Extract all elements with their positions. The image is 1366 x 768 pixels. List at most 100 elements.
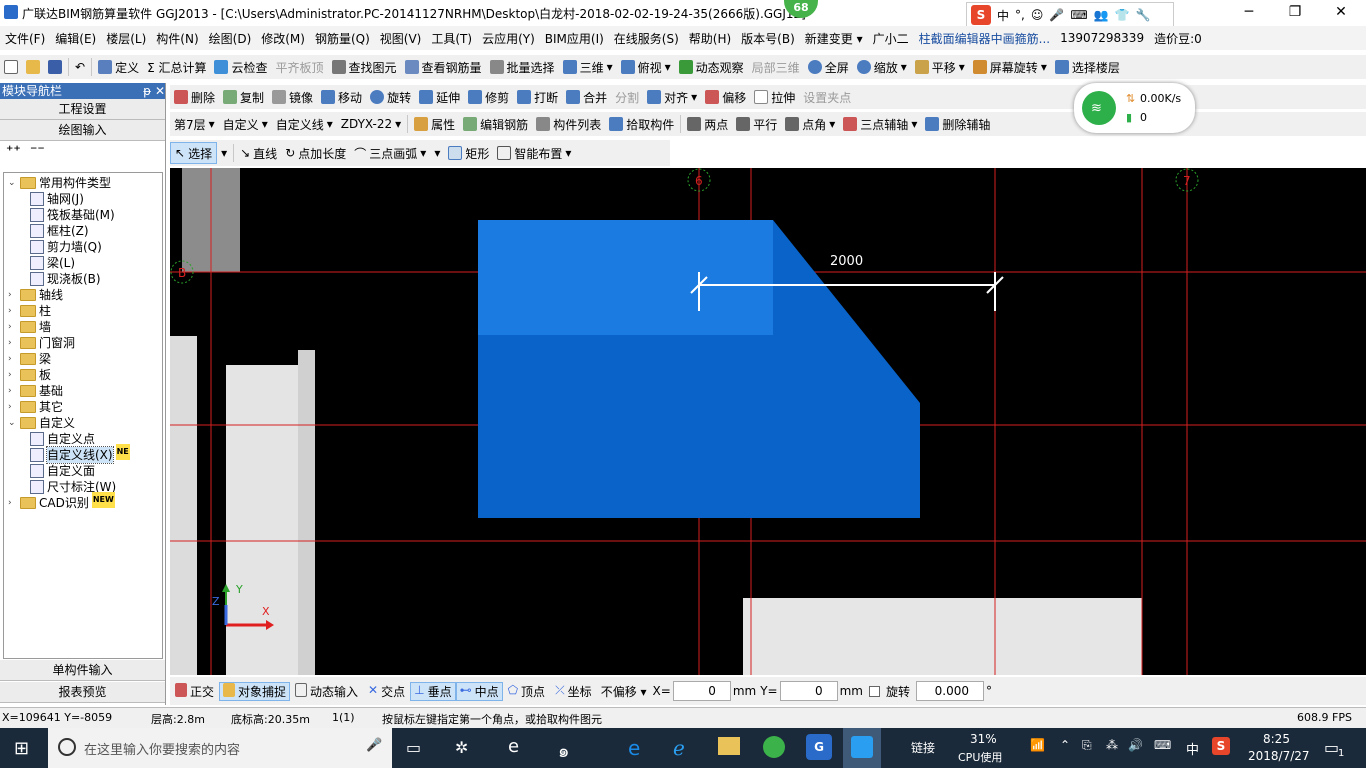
floor-select[interactable]: 第7层 ▾ <box>170 113 219 135</box>
stretch-button[interactable]: 拉伸 <box>750 86 799 108</box>
drawing-input-button[interactable]: 绘图输入 <box>0 120 165 141</box>
3d-button[interactable]: 三维 ▾ <box>559 56 617 78</box>
expand-all-icon[interactable]: ⁺⁺ <box>6 143 21 159</box>
select-tool-button[interactable]: ↖ 选择 <box>170 142 218 164</box>
perpendicular-snap-button[interactable]: ⊥ 垂点 <box>410 681 456 701</box>
menu-edit[interactable]: 编辑(E) <box>50 30 101 47</box>
drawing-canvas[interactable]: 6 7 B 2000 Y X Z <box>170 168 1366 675</box>
menu-account[interactable]: 13907298339 <box>1055 31 1149 45</box>
edit-rebar-button[interactable]: 编辑钢筋 <box>459 113 532 135</box>
tree-folder[interactable]: › 墙 <box>8 319 51 335</box>
edge-icon[interactable]: e <box>628 736 640 760</box>
type-select[interactable]: 自定义 ▾ <box>219 113 272 135</box>
arc-tool-button[interactable]: ⌒ 三点画弧 ▾ <box>350 142 430 164</box>
local-3d-button[interactable]: 局部三维 <box>748 56 804 78</box>
break-button[interactable]: 打断 <box>513 86 562 108</box>
tree-folder[interactable]: › 梁 <box>8 351 51 367</box>
menu-version[interactable]: 版本号(B) <box>736 30 800 47</box>
mic-icon[interactable]: 🎤 <box>366 738 382 753</box>
clock-date[interactable]: 2018/7/27 <box>1248 749 1310 763</box>
maximize-button[interactable]: ❐ <box>1272 0 1318 26</box>
top-view-button[interactable]: 俯视 ▾ <box>617 56 675 78</box>
tree-folder[interactable]: › 柱 <box>8 303 51 319</box>
merge-button[interactable]: 合并 <box>562 86 611 108</box>
tree-item[interactable]: 框柱(Z) <box>30 223 89 239</box>
expand-arrow-icon[interactable]: › <box>8 319 17 335</box>
wrench-icon[interactable]: 🔧 <box>1136 8 1151 22</box>
ggj-app-icon[interactable]: G <box>806 734 832 760</box>
canvas-svg[interactable]: 6 7 B 2000 Y X Z <box>170 168 1366 675</box>
rotate-button[interactable]: 旋转 <box>366 86 415 108</box>
tree-item[interactable]: 自定义点 <box>30 431 95 447</box>
delete-axis-button[interactable]: 删除辅轴 <box>921 113 994 135</box>
pan-button[interactable]: 平移 ▾ <box>911 56 969 78</box>
notification-icon[interactable]: ▭ <box>1324 738 1339 757</box>
tree-folder[interactable]: › 板 <box>8 367 51 383</box>
point-angle-button[interactable]: 点角 ▾ <box>781 113 839 135</box>
sogou-tray-icon[interactable]: S <box>1212 737 1230 755</box>
custom-line-shape-top[interactable] <box>478 220 773 335</box>
tray-icon-a[interactable]: ⎘ <box>1082 738 1092 753</box>
tree-item[interactable]: 自定义面 <box>30 463 95 479</box>
save-icon[interactable] <box>44 56 66 78</box>
tray-icon-b[interactable]: ⁂ <box>1106 738 1118 752</box>
point-length-button[interactable]: ↻ 点加长度 <box>281 142 350 164</box>
nav-pin-close[interactable]: ᵽ ✕ <box>143 83 165 99</box>
align-button[interactable]: 对齐 ▾ <box>643 86 701 108</box>
tree-folder[interactable]: › 基础 <box>8 383 63 399</box>
expand-arrow-icon[interactable]: › <box>8 287 17 303</box>
start-icon[interactable]: ⊞ <box>14 738 29 759</box>
collapse-arrow-icon[interactable]: ⌄ <box>8 415 17 431</box>
pick-component-button[interactable]: 拾取构件 <box>605 113 678 135</box>
undo-icon[interactable]: ↶ <box>71 56 89 78</box>
menu-online[interactable]: 在线服务(S) <box>609 30 684 47</box>
minimize-button[interactable]: ─ <box>1226 0 1272 26</box>
file-explorer-icon[interactable] <box>718 737 740 755</box>
tree-item[interactable]: 剪力墙(Q) <box>30 239 102 255</box>
align-slab-button[interactable]: 平齐板顶 <box>272 56 328 78</box>
volume-icon[interactable]: 🔊 <box>1128 738 1143 752</box>
fullscreen-button[interactable]: 全屏 <box>804 56 853 78</box>
collapse-arrow-icon[interactable]: ⌄ <box>8 175 17 191</box>
rotate-checkbox[interactable] <box>869 685 880 697</box>
select-dropdown[interactable]: ▾ <box>217 142 231 164</box>
cloud-check-button[interactable]: 云检查 <box>210 56 271 78</box>
task-view-icon[interactable]: ▭ <box>406 738 421 757</box>
ortho-button[interactable]: 正交 <box>170 682 219 700</box>
subtype-select[interactable]: 自定义线 ▾ <box>272 113 337 135</box>
single-component-input-button[interactable]: 单构件输入 <box>0 660 165 681</box>
property-button[interactable]: 属性 <box>410 113 459 135</box>
tray-up-icon[interactable]: ⌃ <box>1060 738 1070 752</box>
tree-folder[interactable]: › 门窗洞 <box>8 335 75 351</box>
intersection-snap-button[interactable]: ✕ 交点 <box>363 683 410 700</box>
define-button[interactable]: 定义 <box>94 56 143 78</box>
vertex-snap-button[interactable]: ⬠ 顶点 <box>503 683 550 700</box>
line-tool-button[interactable]: ↘ 直线 <box>236 142 281 164</box>
menu-floor[interactable]: 楼层(L) <box>101 30 151 47</box>
expand-arrow-icon[interactable]: › <box>8 399 17 415</box>
menu-rebar[interactable]: 钢筋量(Q) <box>310 30 375 47</box>
dynamic-view-button[interactable]: 动态观察 <box>675 56 748 78</box>
extend-button[interactable]: 延伸 <box>415 86 464 108</box>
clock-time[interactable]: 8:25 <box>1263 732 1290 746</box>
menu-component[interactable]: 构件(N) <box>151 30 203 47</box>
keyboard-icon[interactable]: ⌨ <box>1070 8 1087 22</box>
arc-dropdown[interactable]: ▾ <box>430 142 444 164</box>
copy-button[interactable]: 复制 <box>219 86 268 108</box>
ime-tray[interactable]: 中 <box>1186 739 1199 758</box>
menu-tools[interactable]: 工具(T) <box>426 30 477 47</box>
summary-calc-button[interactable]: Σ 汇总计算 <box>143 56 210 78</box>
tree-folder[interactable]: › 其它 <box>8 399 63 415</box>
keyboard-tray-icon[interactable]: ⌨ <box>1154 738 1171 752</box>
y-input[interactable]: 0 <box>779 681 838 701</box>
smart-place-button[interactable]: 智能布置 ▾ <box>493 142 575 164</box>
close-button[interactable]: ✕ <box>1318 0 1364 26</box>
set-grip-button[interactable]: 设置夹点 <box>799 86 855 108</box>
tree-item[interactable]: 轴网(J) <box>30 191 84 207</box>
tree-item[interactable]: 自定义线(X) NE <box>30 444 130 464</box>
rotate-screen-button[interactable]: 屏幕旋转 ▾ <box>969 56 1051 78</box>
menu-guangxiaoer[interactable]: 广小二 <box>868 30 914 47</box>
menu-modify[interactable]: 修改(M) <box>256 30 310 47</box>
object-snap-button[interactable]: 对象捕捉 <box>219 681 291 701</box>
ime-toolbar[interactable]: S 中 °, ☺ 🎤 ⌨ 👥 👕 🔧 <box>966 2 1174 28</box>
